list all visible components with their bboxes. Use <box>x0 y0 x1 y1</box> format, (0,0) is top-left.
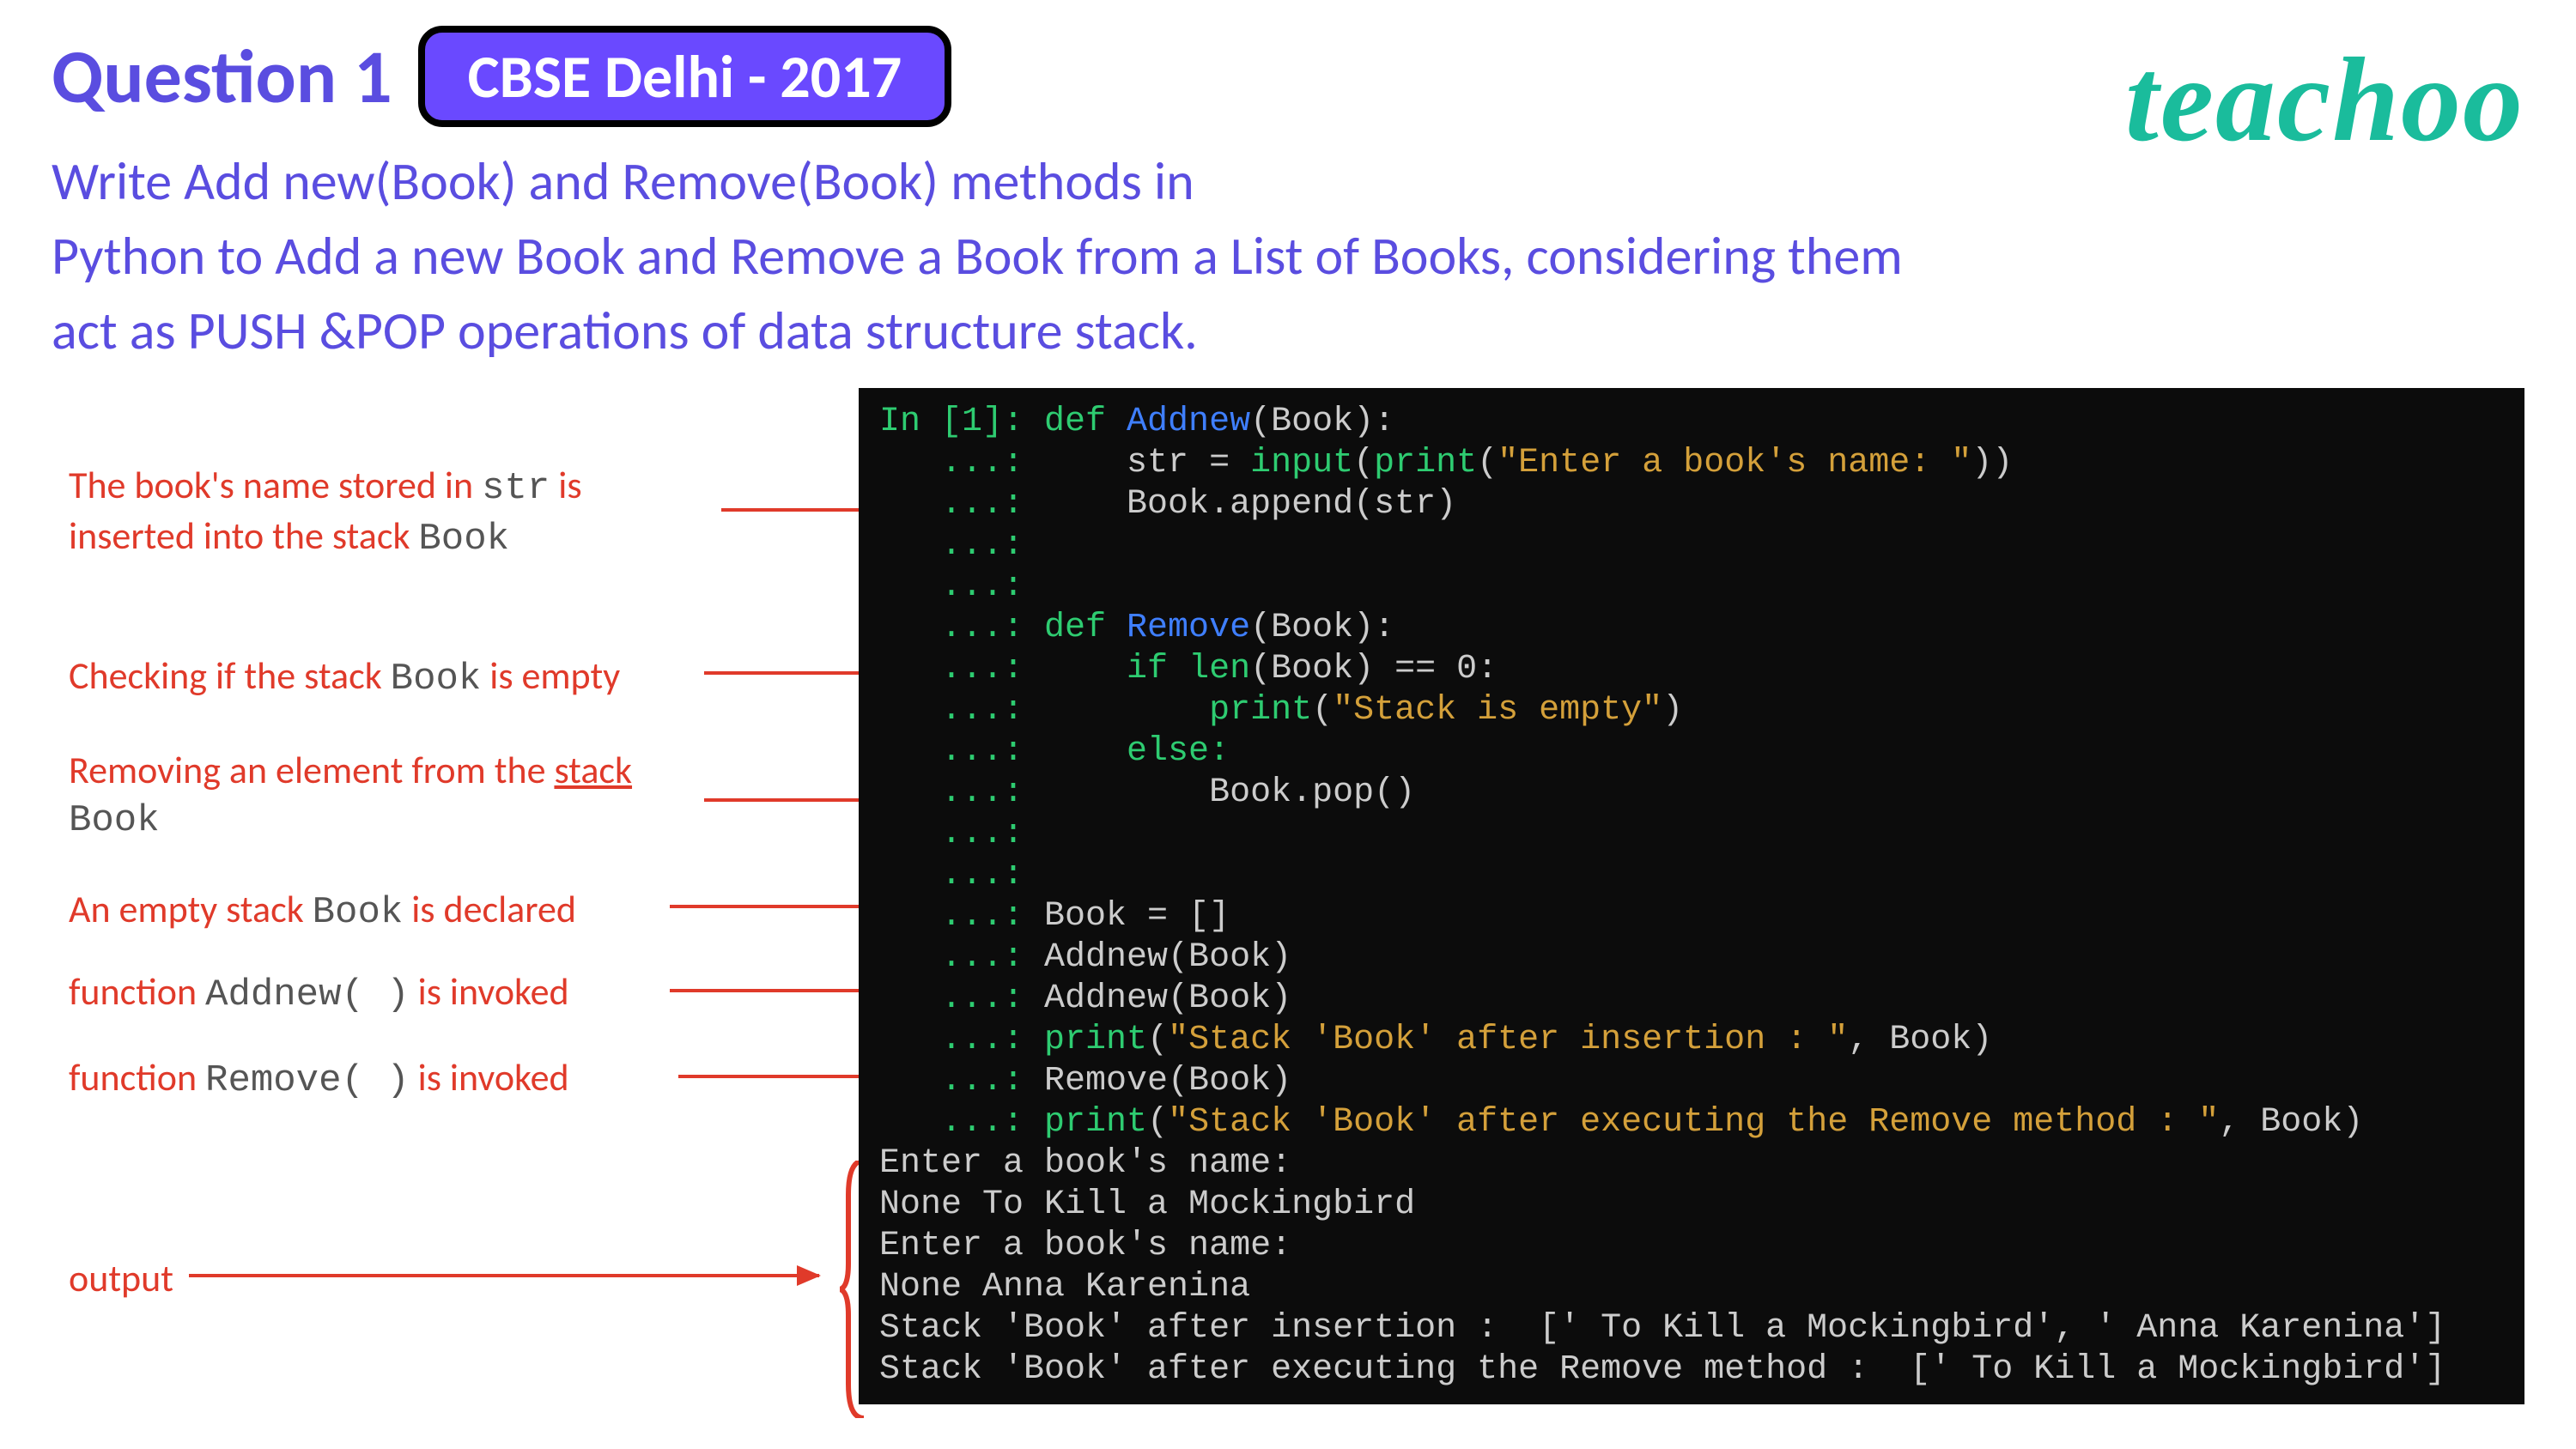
exam-badge: CBSE Delhi - 2017 <box>418 26 952 127</box>
question-title: Question 1 <box>52 30 392 123</box>
annotation-remove-call: function Remove( ) is invoked <box>69 1054 569 1105</box>
annotation-column: The book's name stored in str is inserte… <box>52 388 859 1404</box>
annotation-check-empty: Checking if the stack Book is empty <box>69 652 620 703</box>
code-terminal: In [1]: def Addnew(Book): ...: str = inp… <box>859 388 2524 1404</box>
annotation-declare: An empty stack Book is declared <box>69 886 576 937</box>
question-text: Write Add new(Book) and Remove(Book) met… <box>52 144 2524 367</box>
arrow-icon <box>189 1274 819 1277</box>
annotation-addnew-call: function Addnew( ) is invoked <box>69 968 569 1019</box>
brand-logo: teachoo <box>2125 31 2524 169</box>
annotation-output: output <box>69 1255 173 1302</box>
annotation-insert: The book's name stored in str is inserte… <box>69 462 582 563</box>
annotation-remove: Removing an element from the stackBook <box>69 747 632 845</box>
